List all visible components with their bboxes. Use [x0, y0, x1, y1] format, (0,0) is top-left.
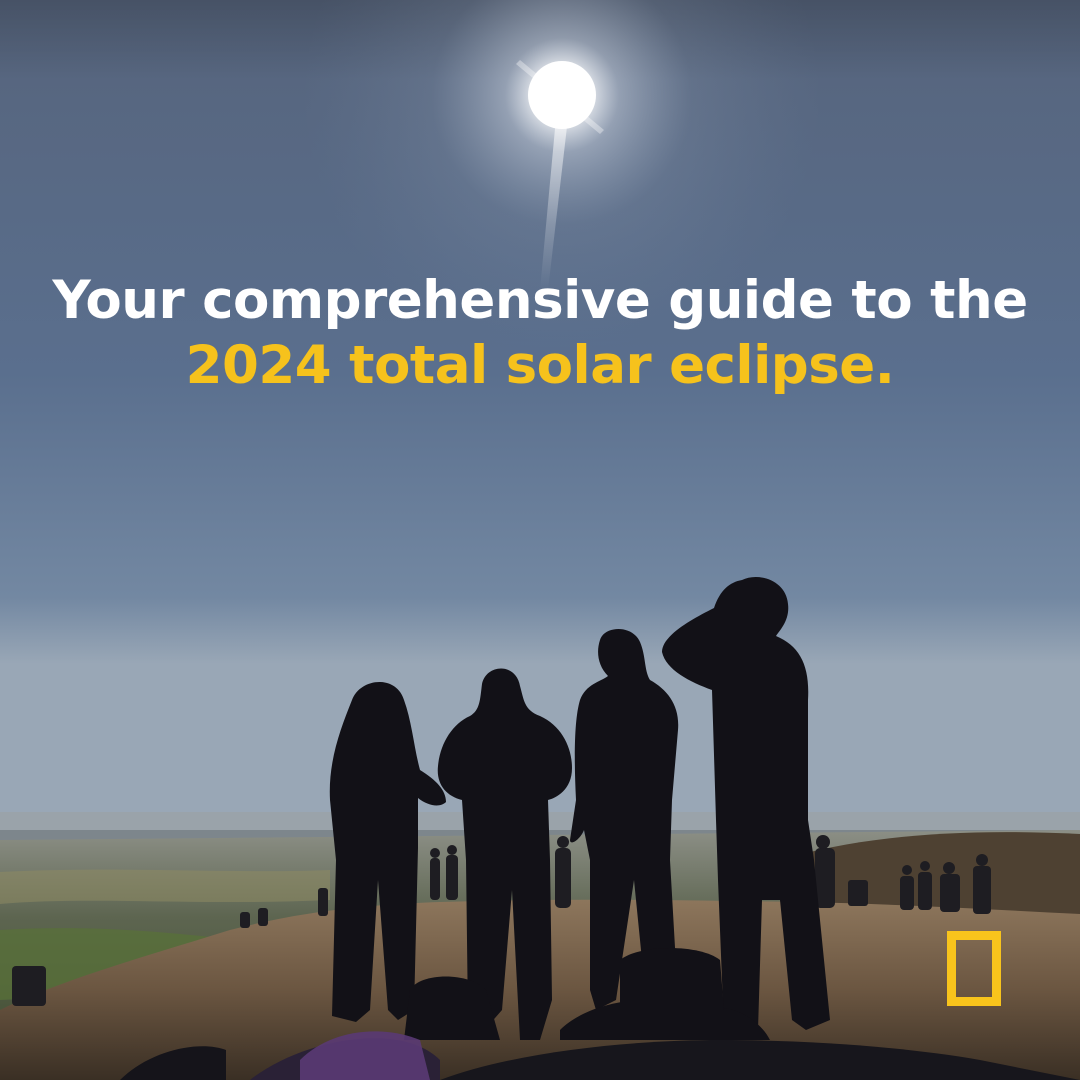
- instagram-post: Your comprehensive guide to the 2024 tot…: [0, 0, 1080, 1080]
- headline-line-2-highlight: 2024 total solar eclipse.: [185, 335, 895, 396]
- eclipse-viewers-photo: [0, 0, 1080, 1080]
- headline: Your comprehensive guide to the 2024 tot…: [0, 268, 1080, 398]
- headline-line-1: Your comprehensive guide to the: [52, 270, 1028, 331]
- yellow-rectangle-frame-icon: [947, 931, 1001, 1006]
